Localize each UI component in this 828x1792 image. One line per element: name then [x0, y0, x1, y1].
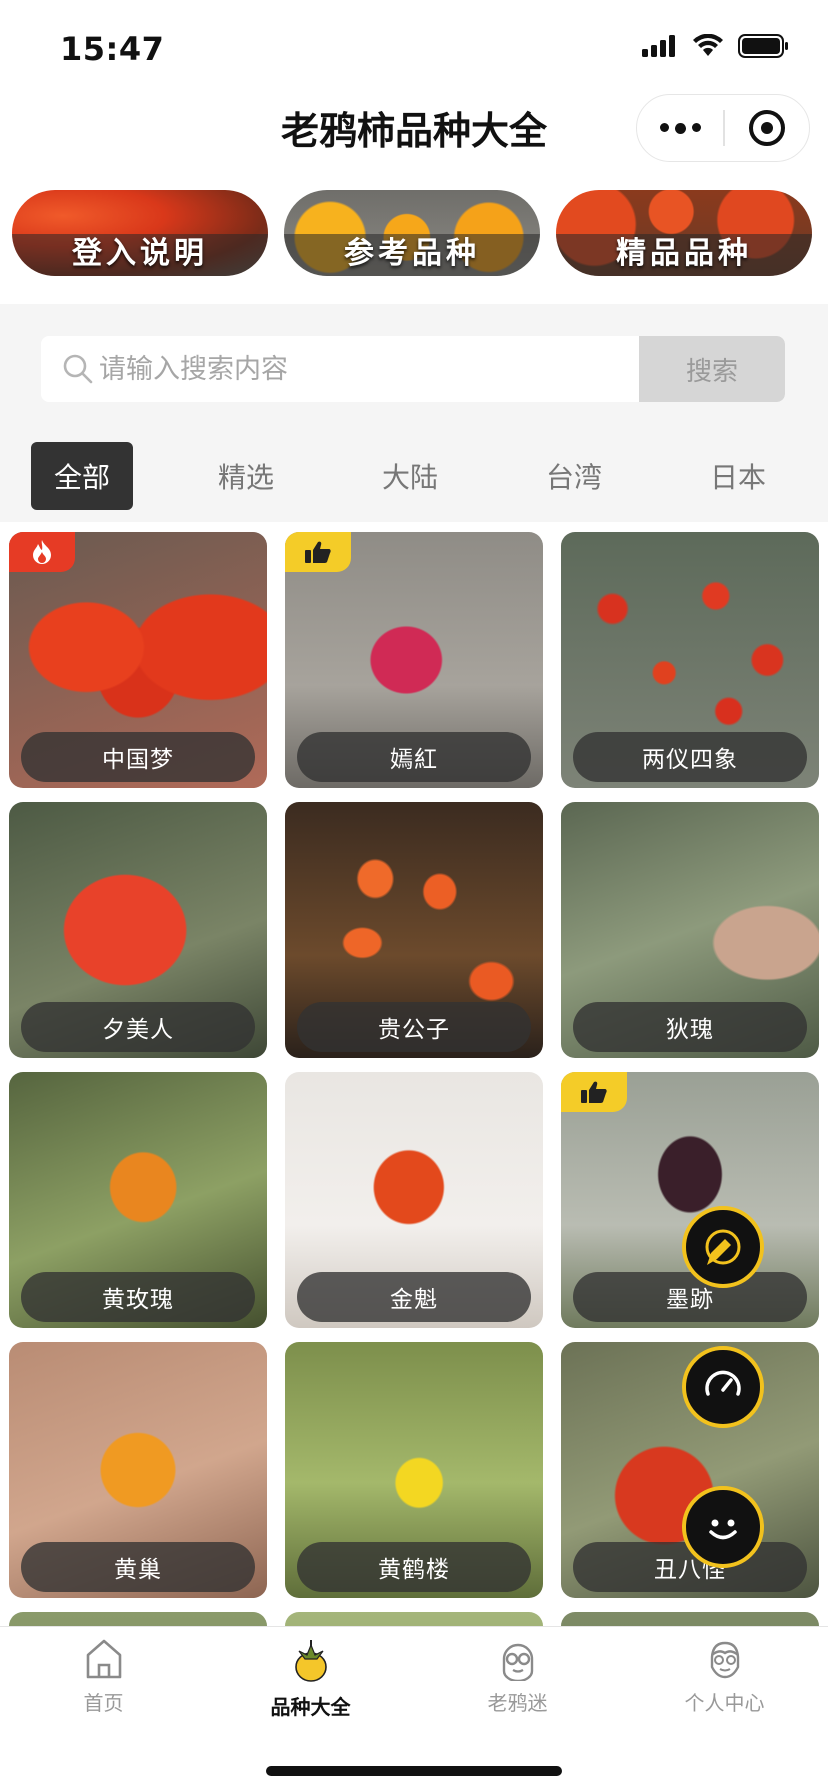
banner-premium-varieties[interactable]: 精品品种: [556, 190, 812, 276]
speed-float-button[interactable]: [682, 1346, 764, 1428]
variety-card[interactable]: 黄巢: [9, 1342, 267, 1598]
search-input[interactable]: [99, 336, 659, 402]
variety-name: 嫣紅: [297, 732, 531, 782]
tabbar-varieties[interactable]: 品种大全: [207, 1637, 414, 1737]
variety-name: 金魁: [297, 1272, 531, 1322]
more-options-icon[interactable]: [637, 122, 723, 134]
tabbar-label: 首页: [83, 1691, 124, 1715]
battery-icon: [738, 34, 788, 58]
variety-card[interactable]: [561, 1612, 819, 1626]
variety-card[interactable]: 两仪四象: [561, 532, 819, 788]
variety-name: 黄玫瑰: [21, 1272, 255, 1322]
like-badge: [285, 532, 351, 572]
tab-japan[interactable]: 日本: [687, 442, 789, 510]
tab-taiwan[interactable]: 台湾: [523, 442, 625, 510]
variety-name: 黄巢: [21, 1542, 255, 1592]
status-icons: [642, 34, 790, 58]
search-box: 搜索: [41, 336, 785, 402]
variety-card[interactable]: 夕美人: [9, 802, 267, 1058]
variety-name: 墨跡: [573, 1272, 807, 1322]
thumbs-up-icon: [305, 541, 331, 563]
tabbar-label: 品种大全: [270, 1695, 351, 1719]
user-face-icon: [710, 1641, 739, 1679]
tab-all[interactable]: 全部: [31, 442, 133, 510]
tabbar-profile[interactable]: 个人中心: [621, 1637, 828, 1737]
customer-service-button[interactable]: [682, 1486, 764, 1568]
variety-card[interactable]: 贵公子: [285, 802, 543, 1058]
variety-grid: 中国梦 嫣紅 两仪四象 夕美人 贵公子 狄瑰 黄玫瑰 金魁 墨跡 黄巢 黄鹤楼 …: [0, 530, 828, 1626]
variety-name: 两仪四象: [573, 732, 807, 782]
variety-card[interactable]: [285, 1612, 543, 1626]
tab-mainland[interactable]: 大陆: [359, 442, 461, 510]
variety-card[interactable]: 黄玫瑰: [9, 1072, 267, 1328]
variety-card[interactable]: 墨跡: [561, 1072, 819, 1328]
variety-card[interactable]: 黄鹤楼: [285, 1342, 543, 1598]
variety-name: 夕美人: [21, 1002, 255, 1052]
persimmon-icon: [294, 1640, 327, 1682]
tabbar-home[interactable]: 首页: [0, 1637, 207, 1737]
banner-row: 登入说明 参考品种 精品品种: [12, 190, 816, 276]
search-button[interactable]: 搜索: [639, 336, 785, 402]
flame-icon: [33, 540, 51, 564]
glasses-face-icon: [502, 1643, 533, 1681]
home-indicator: [266, 1766, 562, 1776]
variety-name: 贵公子: [297, 1002, 531, 1052]
banner-label: 参考品种: [344, 236, 480, 271]
tabbar-label: 老鸦迷: [487, 1691, 548, 1715]
home-icon: [86, 1639, 121, 1679]
close-miniprogram-button[interactable]: [725, 110, 810, 146]
variety-card[interactable]: 中国梦: [9, 532, 267, 788]
target-icon: [748, 110, 785, 146]
hot-badge: [9, 532, 75, 572]
miniprogram-capsule: [636, 94, 810, 162]
banner-reference-varieties[interactable]: 参考品种: [284, 190, 540, 276]
category-tabs: 全部 精选 大陆 台湾 日本: [31, 442, 811, 510]
variety-name: 黄鹤楼: [297, 1542, 531, 1592]
thumbs-up-icon: [581, 1081, 607, 1103]
like-badge: [561, 1072, 627, 1112]
tabbar-label: 个人中心: [684, 1691, 765, 1715]
search-icon: [63, 354, 93, 384]
smiley-headset-icon: [709, 1519, 737, 1540]
banner-label: 精品品种: [616, 236, 752, 271]
pen-icon: [705, 1229, 741, 1265]
tab-featured[interactable]: 精选: [195, 442, 297, 510]
variety-card[interactable]: 狄瑰: [561, 802, 819, 1058]
variety-card[interactable]: 金魁: [285, 1072, 543, 1328]
cellular-signal-icon: [642, 35, 675, 57]
tabbar-fans[interactable]: 老鸦迷: [414, 1637, 621, 1737]
edit-float-button[interactable]: [682, 1206, 764, 1288]
variety-card[interactable]: [9, 1612, 267, 1626]
banner-label: 登入说明: [72, 236, 208, 271]
banner-login-guide[interactable]: 登入说明: [12, 190, 268, 276]
wifi-icon: [693, 34, 723, 56]
variety-name: 狄瑰: [573, 1002, 807, 1052]
variety-card[interactable]: 嫣紅: [285, 532, 543, 788]
status-bar: 15:47: [0, 0, 828, 96]
variety-name: 中国梦: [21, 732, 255, 782]
search-area: 搜索 全部 精选 大陆 台湾 日本: [0, 304, 828, 522]
status-time: 15:47: [60, 30, 165, 68]
gauge-icon: [705, 1370, 741, 1396]
